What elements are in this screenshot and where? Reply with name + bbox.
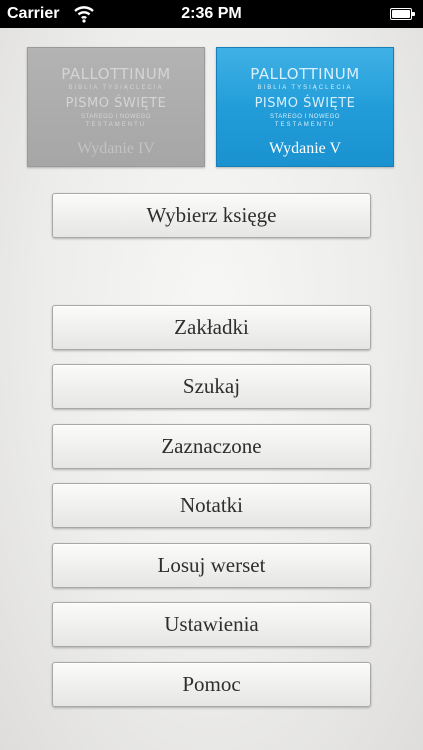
book-title: PISMO ŚWIĘTE [254, 96, 356, 111]
choose-book-button[interactable]: Wybierz księge [52, 193, 371, 238]
pallottinum-logo: PALLOTTINUM [61, 65, 171, 83]
edition-iv-button[interactable]: PALLOTTINUM BIBLIA TYSIĄCLECIA PISMO ŚWI… [27, 47, 205, 167]
edition-label: Wydanie IV [77, 140, 155, 157]
battery-icon [390, 8, 416, 20]
highlighted-button[interactable]: Zaznaczone [52, 424, 371, 469]
book-title: PISMO ŚWIĘTE [65, 96, 167, 111]
help-button[interactable]: Pomoc [52, 662, 371, 707]
search-button[interactable]: Szukaj [52, 364, 371, 409]
status-bar: Carrier 2:36 PM [0, 0, 423, 28]
pallottinum-logo: PALLOTTINUM [250, 65, 360, 83]
edition-label: Wydanie V [268, 140, 342, 157]
book-subtitle: STAREGO I NOWEGO [81, 114, 151, 120]
random-verse-button[interactable]: Losuj werset [52, 543, 371, 588]
settings-button[interactable]: Ustawienia [52, 602, 371, 647]
logo-subtitle: BIBLIA TYSIĄCLECIA [68, 85, 164, 91]
main-menu: PALLOTTINUM BIBLIA TYSIĄCLECIA PISMO ŚWI… [0, 28, 423, 750]
book-subtitle: TESTAMENTU [274, 122, 336, 128]
bookmarks-button[interactable]: Zakładki [52, 305, 371, 350]
book-subtitle: TESTAMENTU [85, 122, 147, 128]
edition-v-button[interactable]: PALLOTTINUM BIBLIA TYSIĄCLECIA PISMO ŚWI… [216, 47, 394, 167]
logo-subtitle: BIBLIA TYSIĄCLECIA [257, 85, 353, 91]
book-subtitle: STAREGO I NOWEGO [270, 114, 340, 120]
status-time: 2:36 PM [181, 5, 242, 22]
notes-button[interactable]: Notatki [52, 483, 371, 528]
